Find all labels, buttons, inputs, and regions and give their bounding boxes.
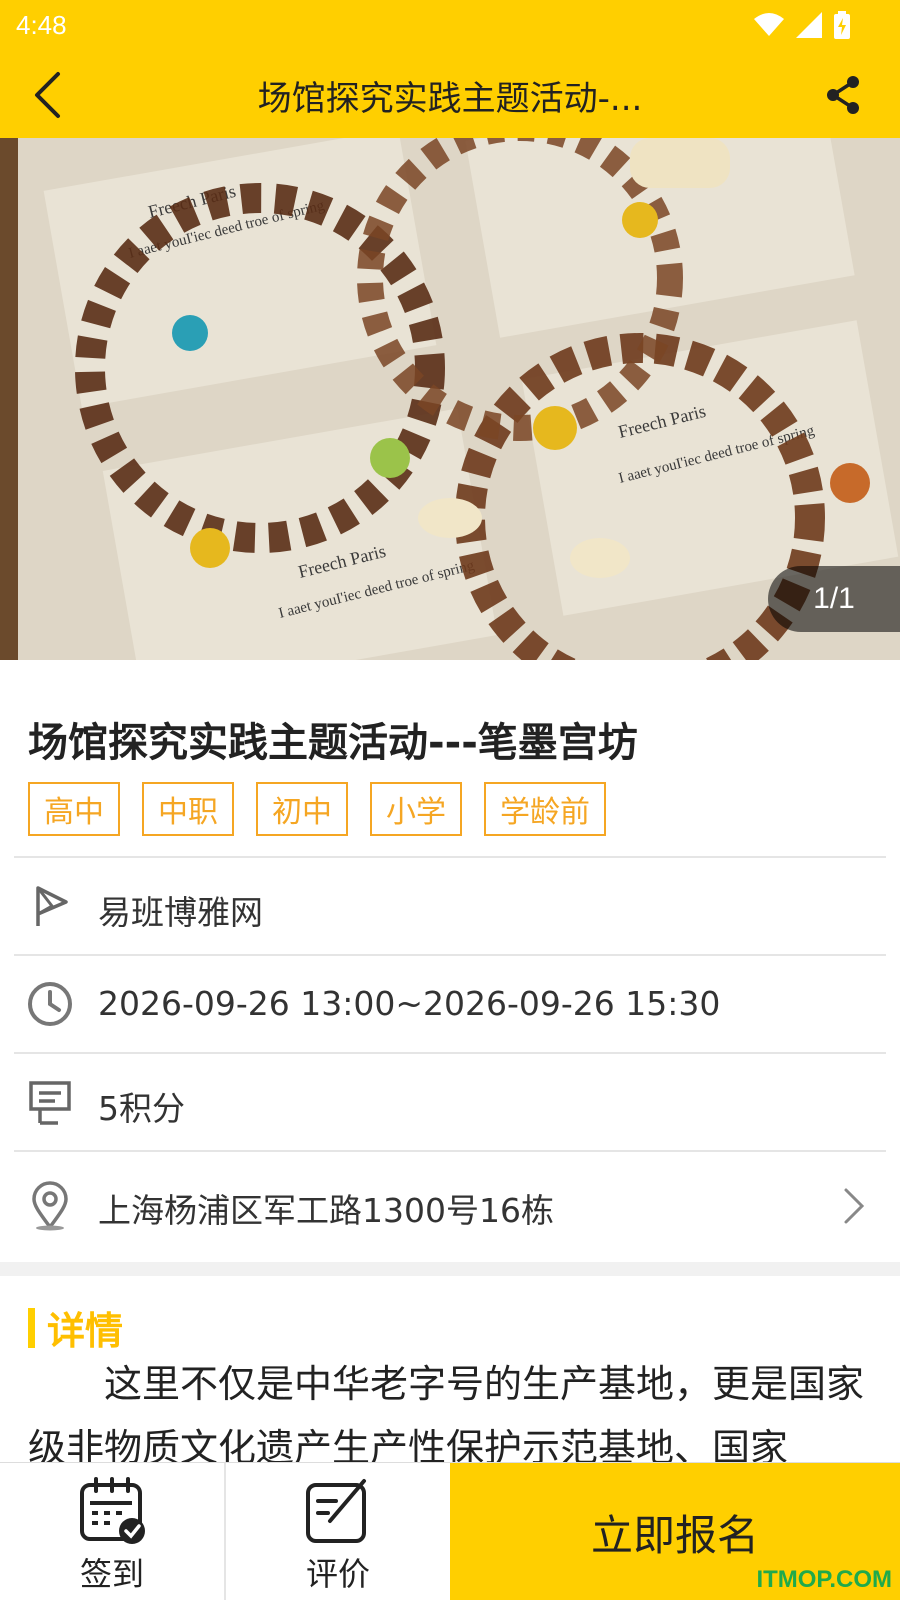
address-row[interactable]: 上海杨浦区军工路1300号16栋: [14, 1150, 886, 1262]
detail-heading: 详情: [28, 1300, 123, 1355]
presentation-board-icon: [24, 1076, 76, 1128]
bottom-action-bar: 签到 评价 立即报名 ITMOP.COM: [0, 1462, 900, 1600]
watermark: ITMOP.COM: [756, 1566, 892, 1593]
tag: 高中: [28, 782, 120, 836]
detail-label: 详情: [47, 1309, 124, 1353]
signup-label: 立即报名: [590, 1510, 759, 1560]
location-pin-icon: [24, 1180, 76, 1232]
tag-list: 高中 中职 初中 小学 学龄前: [28, 782, 606, 836]
heading-accent-bar: [28, 1307, 35, 1348]
nav-bar: 场馆探究实践主题活动-...: [0, 55, 900, 135]
tag: 小学: [370, 782, 462, 836]
organizer-name: 易班博雅网: [98, 893, 263, 932]
review-button[interactable]: 评价: [226, 1463, 450, 1600]
activity-time: 2026-09-26 13:00~2026-09-26 15:30: [98, 984, 721, 1023]
activity-title: 场馆探究实践主题活动---笔墨宫坊: [28, 720, 638, 766]
bracelet-photo: Freech Paris I aaet youI'iec deed troe o…: [0, 138, 900, 660]
points-row: 5积分: [14, 1052, 886, 1150]
time-row: 2026-09-26 13:00~2026-09-26 15:30: [14, 954, 886, 1052]
detail-text: 这里不仅是中华老字号的生产基地，更是国家级非物质文化遗产生产性保护示范基地、国家: [28, 1362, 865, 1462]
section-divider: [0, 1262, 900, 1276]
status-icons: [754, 10, 850, 40]
activity-points: 5积分: [98, 1089, 185, 1128]
organizer-row: 易班博雅网: [14, 856, 886, 954]
chevron-left-icon: [35, 72, 60, 118]
checkin-label: 签到: [79, 1555, 144, 1593]
page-title: 场馆探究实践主题活动-...: [257, 79, 643, 119]
edit-note-icon: [306, 1479, 366, 1543]
review-label: 评价: [305, 1555, 370, 1593]
calendar-check-icon: [80, 1477, 145, 1544]
status-time: 4:48: [16, 10, 67, 40]
checkin-button[interactable]: 签到: [0, 1463, 224, 1600]
header: 4:48 场馆探究实践主题活动-...: [0, 0, 900, 138]
battery-icon: [834, 11, 850, 39]
banner-image[interactable]: Freech Paris I aaet youI'iec deed troe o…: [0, 138, 900, 660]
wifi-icon: [754, 13, 784, 36]
share-button[interactable]: [816, 68, 870, 122]
signal-icon: [796, 12, 822, 38]
status-bar: 4:48: [0, 0, 900, 50]
image-counter: 1/1: [768, 566, 900, 632]
activity-address: 上海杨浦区军工路1300号16栋: [98, 1191, 554, 1230]
flag-icon: [24, 880, 76, 932]
share-icon: [827, 76, 859, 114]
chevron-right-icon: [844, 1188, 865, 1224]
clock-icon: [24, 978, 76, 1030]
tag: 中职: [142, 782, 234, 836]
tag: 学龄前: [484, 782, 606, 836]
back-button[interactable]: [22, 65, 72, 125]
tag: 初中: [256, 782, 348, 836]
